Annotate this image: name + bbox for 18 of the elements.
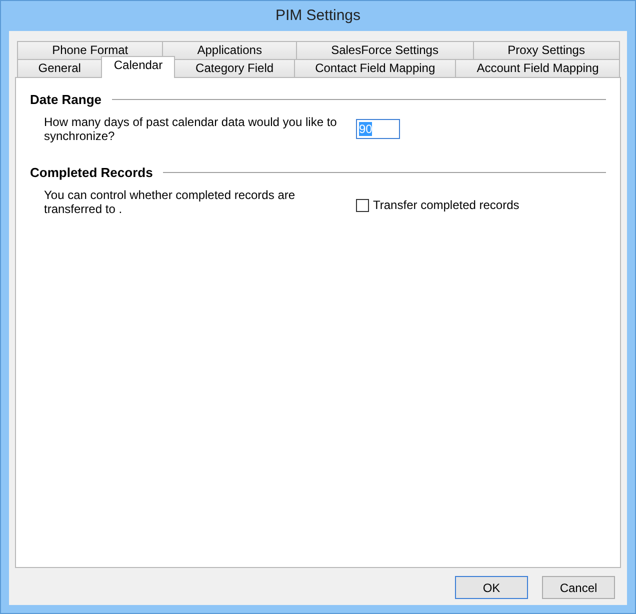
tab[interactable]: General [17,59,102,77]
dialog-button[interactable]: OK [455,576,528,599]
dialog-button[interactable]: Cancel [542,576,615,599]
section-description: How many days of past calendar data would you like to synchronize? [44,115,338,143]
checkbox[interactable] [356,198,369,212]
tab[interactable]: Proxy Settings [472,41,620,59]
section-description: You can control whether completed records are transferred to . [44,188,296,216]
tab[interactable]: Phone Format [17,41,164,59]
tab[interactable]: Account Field Mapping [455,59,620,77]
tab[interactable]: Category Field [174,59,295,77]
section-heading: Date Range [30,92,102,107]
tab[interactable]: Calendar [101,56,176,78]
section-heading: Completed Records [30,165,153,180]
checkbox-label[interactable]: Transfer completed records [373,198,520,212]
window-title: PIM Settings [274,6,362,26]
tab[interactable]: Contact Field Mapping [294,59,456,77]
tab[interactable]: SalesForce Settings [296,41,474,59]
tab[interactable]: Applications [162,41,298,59]
